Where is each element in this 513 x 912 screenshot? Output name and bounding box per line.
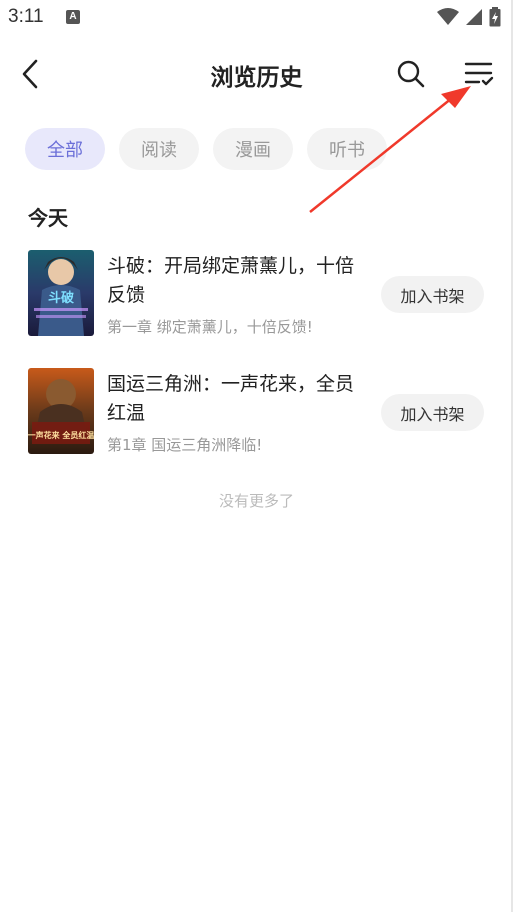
history-list-item[interactable]: 斗破 斗破：开局绑定萧薰儿，十倍反馈 第一章 绑定萧薰儿，十倍反馈! 加入书架 (28, 250, 488, 338)
section-title-today: 今天 (28, 206, 68, 230)
list-check-icon (464, 62, 494, 86)
add-to-shelf-button[interactable]: 加入书架 (381, 394, 484, 431)
top-app-bar: 浏览历史 (0, 44, 513, 104)
book-cover[interactable]: 一声花来 全员红温 (28, 368, 94, 454)
status-icons (437, 7, 501, 27)
history-list-item[interactable]: 一声花来 全员红温 国运三角洲：一声花来，全员红温 第1章 国运三角洲降临! 加… (28, 368, 488, 456)
status-bar: 3:11 A (0, 0, 513, 34)
tab-reading[interactable]: 阅读 (119, 128, 199, 170)
search-icon (397, 60, 425, 88)
book-last-chapter: 第1章 国运三角洲降临! (107, 436, 263, 454)
battery-icon (489, 7, 501, 27)
cover-title-text: 斗破 (48, 290, 74, 306)
wifi-icon (437, 8, 459, 25)
book-last-chapter: 第一章 绑定萧薰儿，十倍反馈! (107, 318, 313, 336)
signal-icon (466, 9, 482, 25)
page-title: 浏览历史 (210, 65, 303, 91)
cover-title-text: 一声花来 全员红温 (28, 430, 94, 440)
search-button[interactable] (390, 54, 432, 94)
book-cover[interactable]: 斗破 (28, 250, 94, 336)
category-tabs: 全部 阅读 漫画 听书 (25, 128, 387, 170)
tab-all[interactable]: 全部 (25, 128, 105, 170)
tab-comics[interactable]: 漫画 (213, 128, 293, 170)
status-time: 3:11 (8, 6, 44, 27)
notification-app-icon: A (66, 10, 80, 24)
tab-audiobooks[interactable]: 听书 (307, 128, 387, 170)
book-title[interactable]: 斗破：开局绑定萧薰儿，十倍反馈 (107, 252, 357, 310)
add-to-shelf-button[interactable]: 加入书架 (381, 276, 484, 313)
no-more-label: 没有更多了 (218, 492, 294, 510)
manage-history-button[interactable] (458, 54, 500, 94)
book-title[interactable]: 国运三角洲：一声花来，全员红温 (107, 370, 357, 428)
